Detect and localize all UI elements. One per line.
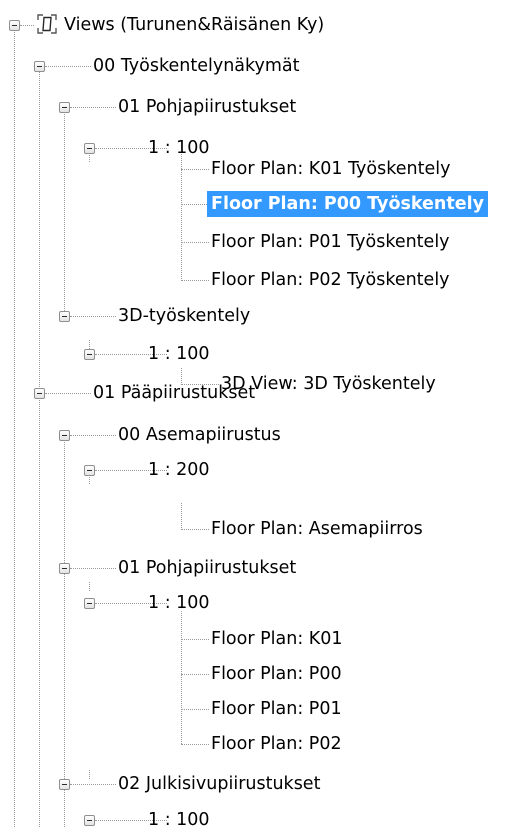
tree-node-3d-tyoskentely[interactable]: 3D-työskentely xyxy=(116,303,252,329)
tree-node-scale-1-100[interactable]: 1 : 100 xyxy=(146,135,212,161)
tree-node-scale-1-100[interactable]: 1 : 100 xyxy=(146,341,212,367)
tree-node-00-tyoskentelynakymat[interactable]: 00 Työskentelynäkymät xyxy=(91,53,302,79)
tree-leaf-floor-plan-k01[interactable]: Floor Plan: K01 xyxy=(209,626,345,652)
views-icon xyxy=(37,14,57,34)
tree-connector-line xyxy=(181,744,209,745)
collapse-toggle-icon[interactable] xyxy=(59,102,70,113)
tree-leaf-floor-plan-p00-tyoskentely[interactable]: Floor Plan: P00 Työskentely xyxy=(207,191,489,217)
tree-connector-line xyxy=(89,153,90,162)
tree-leaf-floor-plan-p02[interactable]: Floor Plan: P02 xyxy=(209,731,344,757)
tree-node-01-paapiirustukset[interactable]: 01 Pääpiirustukset xyxy=(91,380,257,406)
tree-connector-line xyxy=(181,503,182,530)
tree-connector-line xyxy=(64,112,65,317)
tree-leaf-floor-plan-p02-tyoskentely[interactable]: Floor Plan: P02 Työskentely xyxy=(209,267,452,293)
tree-connector-line xyxy=(181,169,209,170)
collapse-toggle-icon[interactable] xyxy=(84,598,95,609)
tree-leaf-floor-plan-p01[interactable]: Floor Plan: P01 xyxy=(209,696,344,722)
collapse-toggle-icon[interactable] xyxy=(34,388,45,399)
tree-connector-line xyxy=(181,242,209,243)
tree-connector-line xyxy=(181,280,209,281)
tree-connector-line xyxy=(181,674,209,675)
collapse-toggle-icon[interactable] xyxy=(84,815,95,826)
tree-connector-line xyxy=(20,25,34,26)
tree-connector-line xyxy=(70,107,116,108)
tree-connector-line xyxy=(181,529,209,530)
collapse-toggle-icon[interactable] xyxy=(59,779,70,790)
tree-leaf-floor-plan-p01-tyoskentely[interactable]: Floor Plan: P01 Työskentely xyxy=(209,229,452,255)
collapse-toggle-icon[interactable] xyxy=(34,61,45,72)
tree-connector-line xyxy=(89,582,90,591)
tree-root-views[interactable]: Views (Turunen&Räisänen Ky) xyxy=(62,12,326,38)
tree-connector-line xyxy=(181,204,209,205)
collapse-toggle-icon[interactable] xyxy=(59,311,70,322)
tree-connector-line xyxy=(89,340,90,349)
tree-connector-line xyxy=(89,770,90,779)
tree-connector-line xyxy=(89,475,90,484)
project-browser-tree: Views (Turunen&Räisänen Ky) 00 Työskente… xyxy=(0,0,520,827)
tree-connector-line xyxy=(181,611,182,744)
collapse-toggle-icon[interactable] xyxy=(9,20,20,31)
tree-connector-line xyxy=(14,30,15,827)
tree-connector-line xyxy=(181,639,209,640)
tree-node-scale-1-100[interactable]: 1 : 100 xyxy=(146,590,212,616)
collapse-toggle-icon[interactable] xyxy=(84,349,95,360)
tree-leaf-floor-plan-asemapiirros[interactable]: Floor Plan: Asemapiirros xyxy=(209,516,425,542)
tree-connector-line xyxy=(70,784,116,785)
tree-connector-line xyxy=(181,709,209,710)
collapse-toggle-icon[interactable] xyxy=(59,430,70,441)
tree-connector-line xyxy=(64,435,65,827)
tree-node-01-pohjapiirustukset[interactable]: 01 Pohjapiirustukset xyxy=(116,94,298,120)
tree-node-01-pohjapiirustukset[interactable]: 01 Pohjapiirustukset xyxy=(116,555,298,581)
tree-connector-line xyxy=(181,154,182,281)
tree-connector-line xyxy=(70,435,116,436)
collapse-toggle-icon[interactable] xyxy=(84,143,95,154)
tree-node-scale-1-100[interactable]: 1 : 100 xyxy=(146,807,212,827)
tree-leaf-floor-plan-p00[interactable]: Floor Plan: P00 xyxy=(209,661,344,687)
tree-node-scale-1-200[interactable]: 1 : 200 xyxy=(146,457,212,483)
tree-connector-line xyxy=(45,393,91,394)
tree-leaf-floor-plan-k01-tyoskentely[interactable]: Floor Plan: K01 Työskentely xyxy=(209,156,452,182)
tree-connector-line xyxy=(39,71,40,393)
tree-connector-line xyxy=(70,568,116,569)
tree-connector-line xyxy=(70,316,116,317)
tree-node-02-julkisivupiirustukset[interactable]: 02 Julkisivupiirustukset xyxy=(116,771,322,797)
collapse-toggle-icon[interactable] xyxy=(84,465,95,476)
tree-connector-line xyxy=(45,66,91,67)
tree-node-00-asemapiirustus[interactable]: 00 Asemapiirustus xyxy=(116,422,283,448)
collapse-toggle-icon[interactable] xyxy=(59,563,70,574)
tree-connector-line xyxy=(39,393,40,827)
